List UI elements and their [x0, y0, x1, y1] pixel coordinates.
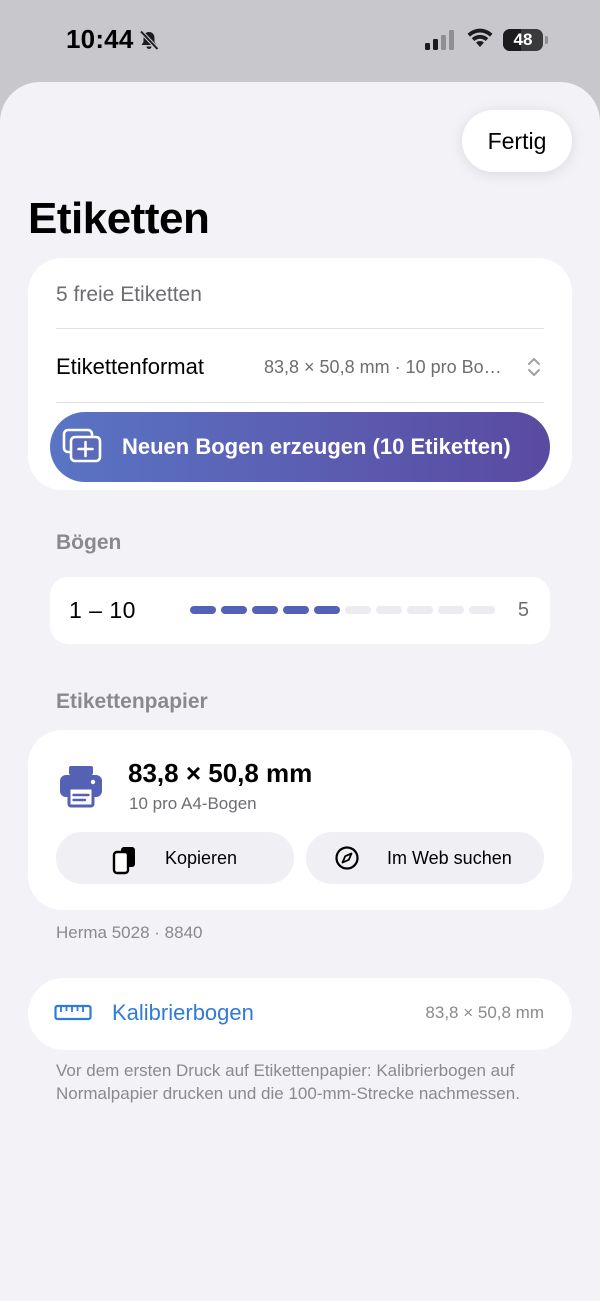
calibration-row[interactable]: Kalibrierbogen 83,8 × 50,8 mm — [28, 978, 572, 1050]
compass-icon — [334, 845, 360, 876]
calibration-label: Kalibrierbogen — [112, 1000, 254, 1025]
format-value: 83,8 × 50,8 mm · 10 pro Bo… — [264, 357, 502, 377]
wifi-icon — [466, 27, 494, 54]
progress-segment — [190, 606, 216, 614]
progress-segment — [407, 606, 433, 614]
bell-slash-icon — [138, 29, 160, 56]
calibration-note: Vor dem ersten Druck auf Etikettenpapier… — [56, 1061, 520, 1103]
range-label: 1 – 10 — [69, 597, 136, 623]
battery-level: 48 — [513, 30, 533, 49]
range-count: 5 — [517, 599, 529, 621]
labels-card: 5 freie Etiketten Etikettenformat 83,8 ×… — [28, 258, 572, 490]
done-button[interactable]: Fertig — [462, 110, 572, 172]
progress-segment — [345, 606, 371, 614]
create-sheet-label: Neuen Bogen erzeugen (10 Etiketten) — [122, 434, 511, 459]
paper-size: 83,8 × 50,8 mm — [128, 758, 313, 788]
progress-segment — [438, 606, 464, 614]
create-sheet-button[interactable]: Neuen Bogen erzeugen (10 Etiketten) — [50, 412, 550, 482]
search-web-label: Im Web suchen — [387, 848, 512, 868]
progress-segment — [314, 606, 340, 614]
ruler-icon — [54, 1003, 92, 1028]
progress-segment — [469, 606, 495, 614]
paper-card: 83,8 × 50,8 mm 10 pro A4-Bogen Kopieren … — [28, 730, 572, 910]
add-sheet-icon — [62, 428, 104, 469]
calibration-size: 83,8 × 50,8 mm — [425, 1003, 544, 1022]
copy-icon — [112, 845, 138, 880]
paper-section-header: Etikettenpapier — [56, 690, 208, 713]
paper-subtitle: 10 pro A4-Bogen — [129, 794, 257, 813]
page-title: Etiketten — [28, 194, 210, 243]
divider — [56, 328, 544, 329]
sheet-progress-bar — [190, 606, 495, 615]
progress-segment — [221, 606, 247, 614]
status-bar: 10:44 48 — [0, 0, 600, 82]
printer-icon — [58, 764, 104, 813]
progress-segment — [252, 606, 278, 614]
progress-segment — [283, 606, 309, 614]
copy-button[interactable]: Kopieren — [56, 832, 294, 884]
cellular-signal-icon — [425, 30, 457, 55]
copy-label: Kopieren — [165, 848, 238, 868]
free-labels-count: 5 freie Etiketten — [56, 283, 202, 306]
paper-product-codes: Herma 5028 · 8840 — [56, 923, 203, 942]
progress-segment — [376, 606, 402, 614]
search-web-button[interactable]: Im Web suchen — [306, 832, 544, 884]
format-label: Etikettenformat — [56, 354, 204, 379]
divider — [56, 402, 544, 403]
sheet-range-row[interactable]: 1 – 10 5 — [50, 577, 550, 644]
updown-chevron-icon — [526, 356, 542, 383]
battery-icon: 48 — [503, 29, 543, 51]
sheets-section-header: Bögen — [56, 531, 122, 554]
status-time: 10:44 — [66, 24, 134, 54]
